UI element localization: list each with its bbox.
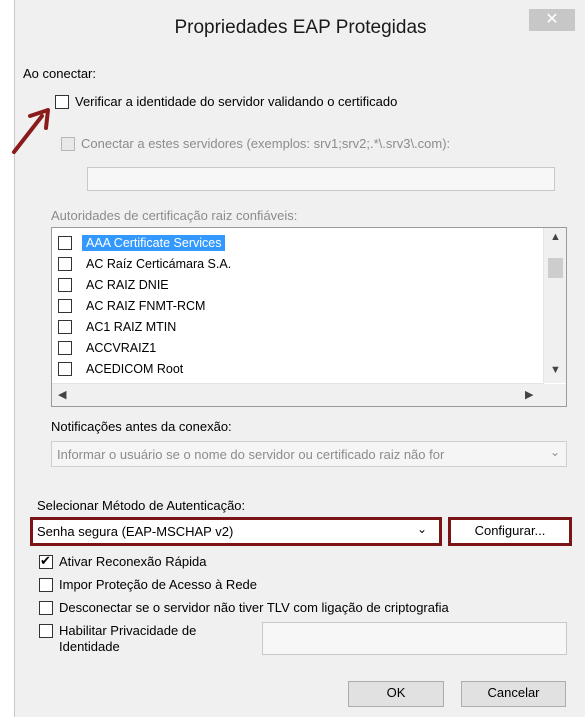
chevron-down-icon: ⌄ [550, 445, 561, 459]
identity-privacy-label-line1: Habilitar Privacidade de [59, 623, 197, 638]
identity-privacy-checkbox[interactable] [39, 624, 53, 638]
vertical-scrollbar[interactable]: ▲ ▼ [543, 228, 566, 383]
list-item-checkbox[interactable] [58, 362, 72, 376]
window-title: Propriedades EAP Protegidas [174, 17, 427, 38]
tlv-checkbox[interactable] [39, 601, 53, 615]
list-item-label: AC Raíz Certicámara S.A. [86, 257, 232, 271]
nap-label: Impor Proteção de Acesso à Rede [59, 577, 258, 592]
dialog-window: Propriedades EAP Protegidas ✕ Ao conecta… [14, 0, 585, 717]
list-item-label: AC RAIZ FNMT-RCM [86, 299, 206, 313]
scroll-left-icon[interactable]: ◀ [58, 388, 66, 401]
horizontal-scrollbar[interactable]: ◀ ▶ [52, 383, 544, 406]
verify-server-checkbox[interactable] [55, 95, 69, 109]
title-bar: Propriedades EAP Protegidas ✕ [15, 0, 585, 56]
fast-reconnect-label: Ativar Reconexão Rápida [59, 554, 207, 569]
scroll-corner [544, 384, 566, 406]
connect-servers-label: Conectar a estes servidores (exemplos: s… [81, 136, 451, 151]
notifications-label: Notificações antes da conexão: [51, 419, 232, 434]
chevron-down-icon: ⌄ [417, 522, 428, 536]
verify-server-label: Verificar a identidade do servidor valid… [75, 94, 398, 109]
scroll-right-icon[interactable]: ▶ [525, 388, 533, 401]
list-item-label: ACCVRAIZ1 [86, 341, 157, 355]
list-item-label: AC1 RAIZ MTIN [86, 320, 177, 334]
tlv-label: Desconectar se o servidor não tiver TLV … [59, 600, 449, 615]
list-item-label: ACEDICOM Root [86, 362, 184, 376]
connect-label: Ao conectar: [23, 66, 96, 81]
list-item-checkbox[interactable] [58, 299, 72, 313]
list-item-checkbox[interactable] [58, 278, 72, 292]
list-item-checkbox[interactable] [58, 236, 72, 250]
scroll-thumb[interactable] [548, 258, 563, 278]
ok-button[interactable]: OK [348, 681, 444, 707]
auth-method-select[interactable]: Senha segura (EAP-MSCHAP v2) ⌄ [30, 517, 442, 546]
identity-privacy-label-line2: Identidade [59, 639, 120, 654]
annotation-arrow [12, 108, 50, 154]
notifications-select[interactable]: Informar o usuário se o nome do servidor… [51, 441, 567, 467]
servers-input[interactable] [87, 167, 555, 191]
scroll-up-icon[interactable]: ▲ [550, 231, 561, 243]
identity-input[interactable] [262, 622, 567, 655]
list-item-label: AC RAIZ DNIE [86, 278, 169, 292]
auth-method-label: Selecionar Método de Autenticação: [37, 498, 246, 513]
list-item-checkbox[interactable] [58, 341, 72, 355]
fast-reconnect-checkbox[interactable] [39, 553, 53, 569]
notifications-value: Informar o usuário se o nome do servidor… [57, 447, 445, 462]
connect-servers-checkbox[interactable] [61, 137, 75, 151]
cancel-button[interactable]: Cancelar [461, 681, 566, 707]
list-item-checkbox[interactable] [58, 257, 72, 271]
list-item-checkbox[interactable] [58, 320, 72, 334]
close-button[interactable]: ✕ [529, 9, 575, 31]
configure-button[interactable]: Configurar... [448, 517, 572, 546]
trusted-roots-label: Autoridades de certificação raiz confiáv… [51, 208, 298, 223]
scroll-down-icon[interactable]: ▼ [550, 364, 561, 376]
trusted-roots-list[interactable]: AAA Certificate Services AC Raíz Certicá… [51, 227, 567, 407]
list-item-label: AAA Certificate Services [82, 235, 226, 251]
nap-checkbox[interactable] [39, 578, 53, 592]
auth-method-value: Senha segura (EAP-MSCHAP v2) [37, 524, 234, 539]
